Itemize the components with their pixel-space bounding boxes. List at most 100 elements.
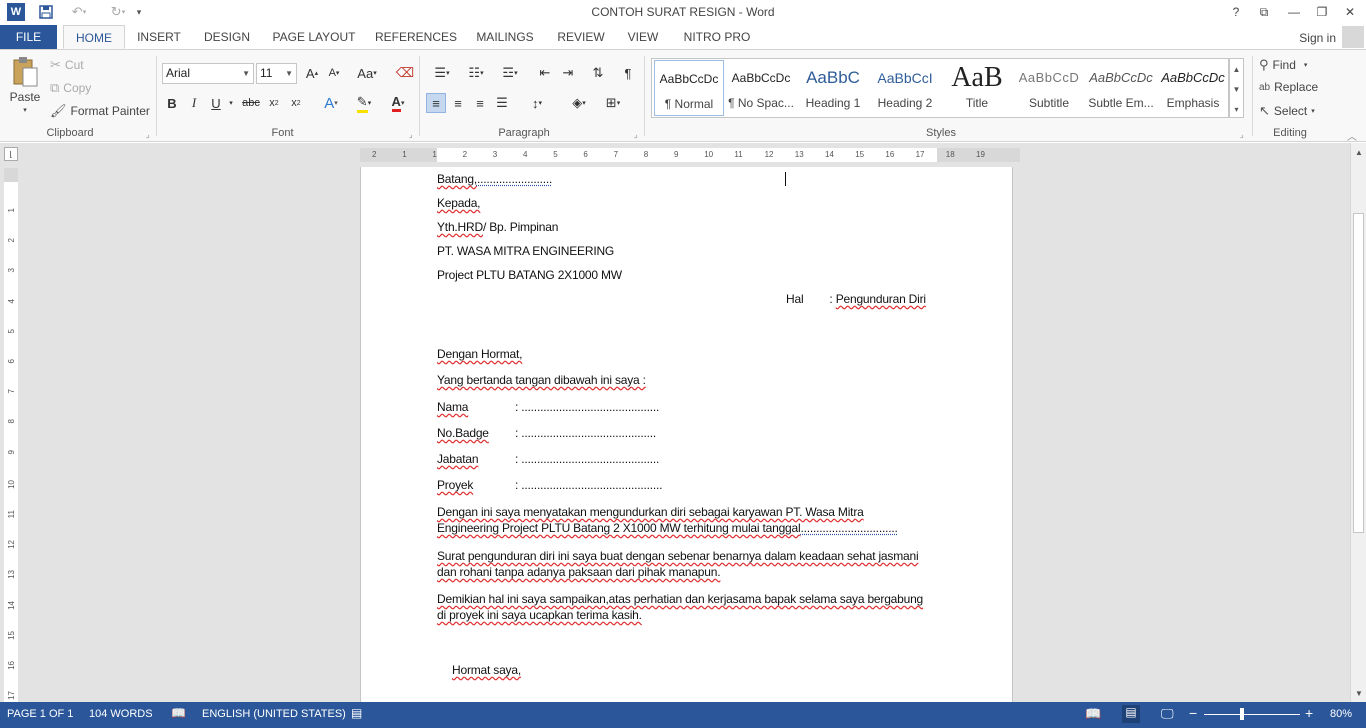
kepada-line[interactable]: Kepada, [437, 196, 481, 210]
intro-line[interactable]: Yang bertanda tangan dibawah ini saya : [437, 373, 646, 387]
tab-file[interactable]: FILE [0, 25, 57, 49]
tab-review[interactable]: REVIEW [553, 25, 609, 49]
chevron-down-icon[interactable]: ▼ [1230, 79, 1243, 99]
maximize-icon[interactable]: ❐ [1308, 2, 1336, 22]
zoom-slider-track[interactable] [1204, 714, 1300, 715]
superscript-icon[interactable]: x2 [286, 93, 306, 113]
format-painter-button[interactable]: 🖌 Format Painter [50, 103, 150, 119]
subscript-icon[interactable]: x2 [264, 93, 284, 113]
macro-icon[interactable]: ▤ [351, 706, 362, 720]
zoom-out-icon[interactable]: − [1189, 705, 1197, 721]
style-heading-2[interactable]: AaBbCcI Heading 2 [870, 60, 940, 116]
language-indicator[interactable]: ENGLISH (UNITED STATES) [202, 708, 346, 720]
closing-line[interactable]: Hormat saya, [452, 663, 521, 677]
bold-icon[interactable]: B [162, 93, 182, 113]
align-left-icon[interactable]: ≡ [426, 93, 446, 113]
paragraph-line[interactable]: Demikian hal ini saya sampaikan,atas per… [437, 592, 923, 606]
highlight-color-icon[interactable]: ✎ ▾ [349, 93, 379, 113]
tab-insert[interactable]: INSERT [133, 25, 185, 49]
company-line[interactable]: PT. WASA MITRA ENGINEERING [437, 244, 614, 258]
horizontal-ruler[interactable]: 2 1 1 2 3 4 5 6 7 8 9 10 11 12 13 14 15 16 17 18 19 [360, 148, 1020, 162]
vertical-scrollbar[interactable]: ▲ ▼ [1350, 143, 1366, 702]
field-row[interactable]: Nama: ..................................… [437, 400, 659, 414]
web-layout-icon[interactable]: 🖵 [1161, 706, 1174, 722]
underline-dropdown-icon[interactable]: ▾ [226, 93, 236, 113]
word-count[interactable]: 104 WORDS [89, 708, 153, 720]
style-title[interactable]: AaB Title [942, 60, 1012, 116]
tab-view[interactable]: VIEW [623, 25, 663, 49]
font-size-combo[interactable]: 11 ▼ [256, 63, 297, 84]
style-heading-1[interactable]: AaBbC Heading 1 [798, 60, 868, 116]
read-mode-icon[interactable]: 📖 [1085, 706, 1101, 722]
project-line[interactable]: Project PLTU BATANG 2X1000 MW [437, 268, 622, 282]
tab-home[interactable]: HOME [63, 25, 125, 49]
paragraph-line[interactable]: Engineering Project PLTU Batang 2 X1000 … [437, 521, 898, 535]
paste-button[interactable]: Paste ▾ [8, 56, 42, 122]
increase-indent-icon[interactable]: ⇥ [558, 63, 578, 83]
zoom-level[interactable]: 80% [1330, 708, 1352, 720]
paragraph-line[interactable]: Dengan ini saya menyatakan mengundurkan … [437, 505, 864, 519]
paste-dropdown-icon[interactable]: ▾ [23, 106, 27, 114]
shrink-font-icon[interactable]: A ▾ [324, 63, 344, 83]
multilevel-list-icon[interactable]: ☲ ▾ [495, 63, 525, 83]
zoom-slider-thumb[interactable] [1240, 708, 1245, 720]
align-right-icon[interactable]: ≡ [470, 93, 490, 113]
cut-button[interactable]: ✂ Cut [50, 57, 84, 73]
proofing-icon[interactable]: 📖 [171, 706, 186, 720]
tab-design[interactable]: DESIGN [200, 25, 254, 49]
tab-nitro-pro[interactable]: NITRO PRO [678, 25, 756, 49]
tab-selector-icon[interactable]: ⌊ [4, 147, 18, 161]
style-normal[interactable]: AaBbCcDc ¶ Normal [654, 60, 724, 116]
minimize-icon[interactable]: — [1280, 2, 1308, 22]
tab-references[interactable]: REFERENCES [374, 25, 458, 49]
justify-icon[interactable]: ☰ [492, 93, 512, 113]
line-spacing-icon[interactable]: ↕ ▾ [522, 93, 552, 113]
style-subtitle[interactable]: AaBbCcD Subtitle [1014, 60, 1084, 116]
chevron-up-icon[interactable]: ▲ [1351, 145, 1366, 159]
select-button[interactable]: ↖ Select ▾ [1259, 103, 1315, 119]
strikethrough-icon[interactable]: abc [240, 93, 262, 113]
sign-in-link[interactable]: Sign in [1299, 31, 1336, 45]
replace-button[interactable]: ab Replace [1259, 80, 1318, 94]
date-line[interactable]: Batang,........................ [437, 172, 552, 186]
decrease-indent-icon[interactable]: ⇤ [535, 63, 555, 83]
vertical-ruler[interactable]: 1 2 3 4 5 6 7 8 9 10 11 12 13 14 15 16 17 [4, 168, 18, 702]
print-layout-icon[interactable]: ▤ [1122, 705, 1140, 723]
page-count[interactable]: PAGE 1 OF 1 [7, 708, 73, 720]
align-center-icon[interactable]: ≡ [448, 93, 468, 113]
underline-icon[interactable]: U [206, 93, 226, 113]
field-row[interactable]: No.Badge: ..............................… [437, 426, 656, 440]
font-launcher-icon[interactable]: ⌟ [409, 130, 413, 139]
paragraph-launcher-icon[interactable]: ⌟ [634, 130, 638, 139]
style-subtle-emphasis[interactable]: AaBbCcDc Subtle Em... [1086, 60, 1156, 116]
clipboard-launcher-icon[interactable]: ⌟ [146, 130, 150, 139]
show-formatting-marks-icon[interactable]: ¶ [618, 63, 638, 83]
font-color-icon[interactable]: A ▾ [383, 93, 413, 113]
chevron-up-icon[interactable]: ▲ [1230, 59, 1243, 79]
font-name-combo[interactable]: Arial ▼ [162, 63, 254, 84]
gallery-more-icon[interactable]: ▾ [1230, 99, 1243, 119]
subject-line[interactable]: Hal: Pengunduran Diri [786, 292, 926, 306]
tab-mailings[interactable]: MAILINGS [472, 25, 538, 49]
field-row[interactable]: Proyek: ................................… [437, 478, 663, 492]
tab-page-layout[interactable]: PAGE LAYOUT [268, 25, 360, 49]
scrollbar-thumb[interactable] [1353, 213, 1364, 533]
paragraph-line[interactable]: Surat pengunduran diri ini saya buat den… [437, 549, 919, 563]
text-effects-icon[interactable]: A ▾ [316, 93, 346, 113]
bullets-icon[interactable]: ☰ ▾ [427, 63, 457, 83]
field-row[interactable]: Jabatan: ...............................… [437, 452, 659, 466]
close-icon[interactable]: ✕ [1336, 2, 1364, 22]
numbering-icon[interactable]: ☷ ▾ [461, 63, 491, 83]
help-icon[interactable]: ? [1222, 2, 1250, 22]
styles-launcher-icon[interactable]: ⌟ [1240, 130, 1244, 139]
copy-button[interactable]: ⧉ Copy [50, 80, 91, 96]
document-page[interactable]: Batang,........................ Kepada, … [360, 167, 1013, 702]
zoom-in-icon[interactable]: + [1305, 705, 1313, 721]
paragraph-line[interactable]: di proyek ini saya ucapkan terima kasih. [437, 608, 642, 622]
sort-icon[interactable]: ⇅ [588, 63, 608, 83]
find-button[interactable]: ⚲ Find ▾ [1259, 57, 1307, 73]
greeting-line[interactable]: Dengan Hormat, [437, 347, 522, 361]
style-no-spacing[interactable]: AaBbCcDc ¶ No Spac... [726, 60, 796, 116]
chevron-down-icon[interactable]: ▼ [1351, 686, 1366, 700]
shading-icon[interactable]: ◈ ▾ [564, 93, 594, 113]
